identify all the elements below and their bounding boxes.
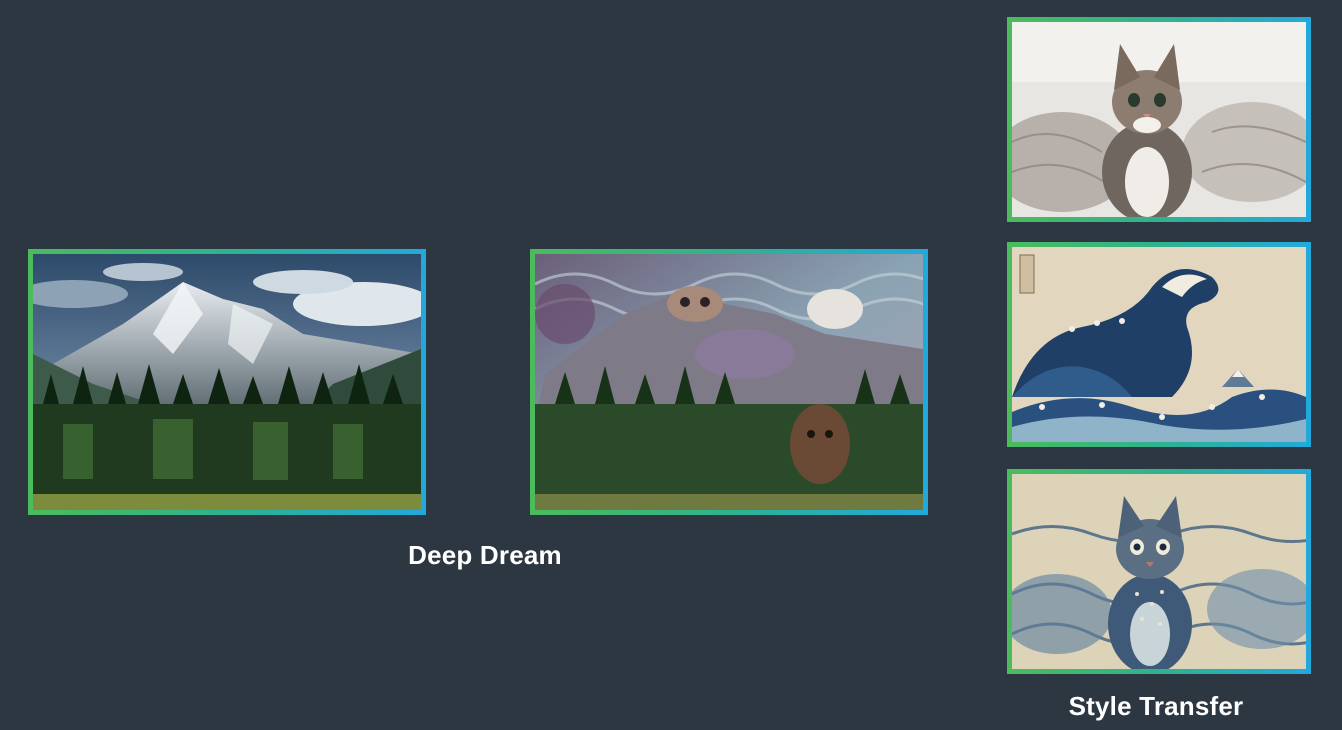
deep-dream-caption: Deep Dream: [408, 540, 562, 570]
great-wave-style-image: [1007, 242, 1311, 447]
deep-dream-mountain-image: [530, 249, 928, 515]
stylized-kitten-output-image: [1007, 469, 1311, 674]
style-transfer-caption: Style Transfer: [1068, 691, 1244, 721]
kitten-content-image: [1007, 17, 1311, 222]
mountain-forest-original-image: [28, 249, 426, 515]
